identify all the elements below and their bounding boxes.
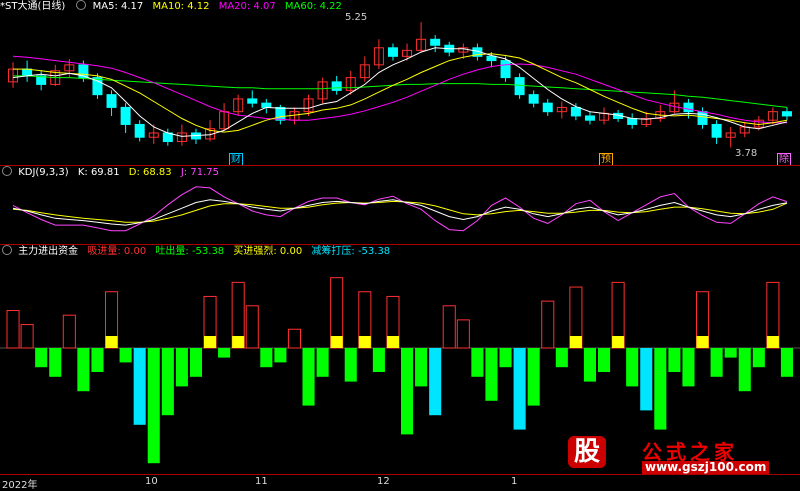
axis-label: 10 <box>145 476 158 487</box>
site-logo: 股 公式之家 www.gszj100.com <box>560 434 790 474</box>
fund-outflow-bar <box>724 348 737 358</box>
candle-body <box>528 94 539 104</box>
fund-outflow-bar <box>654 348 667 430</box>
strong-buy-bar <box>386 336 399 348</box>
candle-body <box>584 115 595 121</box>
axis-label: 11 <box>255 476 268 487</box>
fund-outflow-bar <box>218 348 231 358</box>
fund-outflow-bar <box>189 348 202 377</box>
fund-outflow-bar <box>485 348 498 401</box>
fund-outflow-bar <box>682 348 695 387</box>
fund-inflow-bar <box>287 328 301 349</box>
candle-body <box>486 55 497 62</box>
strong-buy-bar <box>330 336 343 348</box>
candle-body <box>430 38 441 46</box>
fund-outflow-bar <box>471 348 484 377</box>
strong-buy-bar <box>358 336 371 348</box>
fund-outflow-bar <box>780 348 793 377</box>
kdj-panel[interactable]: KDJ(9,3,3) K: 69.81 D: 68.83 J: 71.75 <box>0 166 800 244</box>
candle-body <box>514 77 525 96</box>
high-price-label: 5.25 <box>345 12 368 23</box>
candle-body <box>331 81 342 91</box>
fund-outflow-bar <box>49 348 62 377</box>
candle-body <box>275 106 286 121</box>
fund-outflow-bar <box>640 348 653 411</box>
fund-outflow-bar <box>91 348 104 372</box>
fund-outflow-bar <box>668 348 681 372</box>
fund-inflow-bar <box>62 314 76 349</box>
fund-outflow-bar <box>583 348 596 382</box>
fund-outflow-bar <box>77 348 90 392</box>
candle-body <box>22 68 33 77</box>
strong-buy-bar <box>204 336 217 348</box>
fund-outflow-bar <box>133 348 146 425</box>
fund-outflow-bar <box>401 348 414 435</box>
kdj-chart[interactable] <box>0 166 800 244</box>
fund-inflow-bar <box>20 324 34 349</box>
fund-outflow-bar <box>316 348 329 377</box>
candle-body <box>500 60 511 79</box>
low-price-label: 3.78 <box>735 148 758 159</box>
candle-body <box>781 111 792 117</box>
fund-inflow-bar <box>442 305 456 349</box>
fund-inflow-bar <box>6 310 20 349</box>
fund-inflow-bar <box>245 305 259 349</box>
fund-outflow-bar <box>513 348 526 430</box>
strong-buy-bar <box>232 336 245 348</box>
candle-body <box>570 106 581 117</box>
logo-url: www.gszj100.com <box>642 461 770 474</box>
fund-outflow-bar <box>147 348 160 464</box>
candle-body <box>711 123 722 138</box>
fund-outflow-bar <box>415 348 428 387</box>
fund-outflow-bar <box>35 348 48 368</box>
fund-outflow-bar <box>710 348 723 377</box>
candle-body <box>542 102 553 113</box>
fund-outflow-bar <box>555 348 568 368</box>
fund-outflow-bar <box>274 348 287 363</box>
fund-inflow-bar <box>456 319 470 349</box>
fund-outflow-bar <box>527 348 540 406</box>
strong-buy-bar <box>105 336 118 348</box>
fund-outflow-bar <box>738 348 751 392</box>
date-axis: 2022年 10 11 12 1 <box>0 474 800 491</box>
fund-outflow-bar <box>752 348 765 368</box>
axis-label: 1 <box>511 476 518 487</box>
candle-body <box>261 102 272 108</box>
strong-buy-bar <box>696 336 709 348</box>
axis-label: 12 <box>377 476 390 487</box>
fund-outflow-bar <box>175 348 188 387</box>
candle-body <box>627 117 638 125</box>
candlestick-chart[interactable] <box>0 0 800 166</box>
fund-outflow-bar <box>344 348 357 382</box>
fund-outflow-bar <box>372 348 385 372</box>
kdj-d-line <box>12 200 788 223</box>
axis-label: 2022年 <box>2 480 38 491</box>
fund-outflow-bar <box>429 348 442 416</box>
strong-buy-bar <box>766 336 779 348</box>
fund-outflow-bar <box>598 348 611 372</box>
fund-outflow-bar <box>499 348 512 368</box>
candle-body <box>683 102 694 113</box>
kdj-k-line <box>12 199 788 226</box>
price-panel[interactable]: *ST大通(日线) MA5: 4.17 MA10: 4.12 MA20: 4.0… <box>0 0 800 166</box>
fund-inflow-bar <box>541 300 555 349</box>
fund-outflow-bar <box>626 348 639 387</box>
fund-outflow-bar <box>119 348 132 363</box>
fund-outflow-bar <box>161 348 174 416</box>
fund-outflow-bar <box>260 348 273 368</box>
candle-body <box>387 47 398 57</box>
fund-outflow-bar <box>302 348 315 406</box>
candle-body <box>247 98 258 104</box>
logo-mark: 股 <box>568 436 607 468</box>
strong-buy-bar <box>569 336 582 348</box>
candle-body <box>134 123 145 138</box>
candle-body <box>106 94 117 108</box>
strong-buy-bar <box>612 336 625 348</box>
candle-body <box>120 106 131 125</box>
